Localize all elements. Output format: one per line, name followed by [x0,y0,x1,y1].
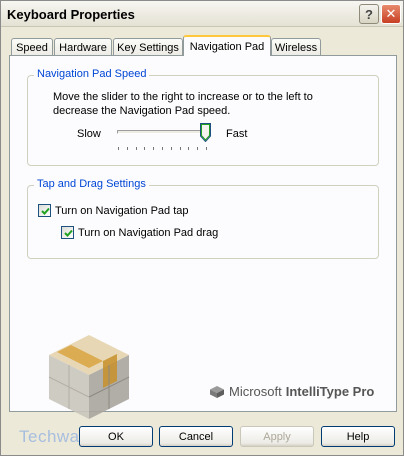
tap-checkbox-row[interactable]: Turn on Navigation Pad tap [38,204,189,217]
title-bar[interactable]: Keyboard Properties ? ✕ [1,1,403,27]
help-button[interactable]: Help [321,426,395,447]
ok-button[interactable]: OK [79,426,153,447]
speed-slider-thumb[interactable] [200,123,211,142]
apply-button[interactable]: Apply [240,426,314,447]
close-title-button[interactable]: ✕ [381,4,401,24]
tab-key-settings-label: Key Settings [117,41,179,54]
drag-checkbox[interactable] [61,226,74,239]
cancel-button-label: Cancel [178,430,214,443]
tap-drag-group-title: Tap and Drag Settings [34,178,149,190]
tab-key-settings[interactable]: Key Settings [113,38,183,56]
close-icon: ✕ [385,6,397,21]
question-icon: ? [365,6,373,22]
tab-speed[interactable]: Speed [11,38,53,56]
tap-drag-groupbox: Tap and Drag Settings [27,178,379,259]
tab-navigation-pad-label: Navigation Pad [189,40,265,53]
speed-groupbox: Navigation Pad Speed [27,68,379,166]
help-title-button[interactable]: ? [359,4,379,24]
keyboard-properties-window: Keyboard Properties ? ✕ Speed Hardware K… [0,0,404,456]
tab-speed-label: Speed [16,41,48,54]
slider-tick [162,147,163,150]
window-title: Keyboard Properties [7,7,135,22]
slider-tick [127,147,128,150]
help-button-label: Help [346,430,370,443]
tab-navigation-pad[interactable]: Navigation Pad [183,35,271,56]
checkmark-icon [41,207,50,215]
speed-slider-ticks [118,147,208,151]
speed-group-title: Navigation Pad Speed [34,68,150,80]
slider-tick [136,147,137,150]
slider-tick [171,147,172,150]
drag-checkbox-label[interactable]: Turn on Navigation Pad drag [78,227,218,239]
intellitype-text: IntelliType Pro [285,384,375,399]
slider-tick [118,147,119,150]
slow-label: Slow [77,128,101,140]
speed-description: Move the slider to the right to increase… [53,91,313,117]
slider-tick [188,147,189,150]
tab-hardware[interactable]: Hardware [54,38,112,56]
fast-label: Fast [226,128,248,140]
microsoft-cube-icon [210,385,224,398]
ok-button-label: OK [108,430,124,443]
intellitype-branding: Microsoft IntelliType Pro [209,384,374,399]
apply-button-label: Apply [263,430,291,443]
cancel-button[interactable]: Cancel [159,426,233,447]
microsoft-text: Microsoft [229,384,282,399]
tap-checkbox-label[interactable]: Turn on Navigation Pad tap [55,205,189,217]
tab-wireless[interactable]: Wireless [271,38,321,56]
slider-tick [206,147,207,150]
slider-tick [144,147,145,150]
slider-tick [153,147,154,150]
drag-checkbox-row[interactable]: Turn on Navigation Pad drag [61,226,218,239]
cube-logo-icon [48,335,130,419]
checkmark-icon [64,229,73,237]
tab-wireless-label: Wireless [274,41,318,54]
slider-tick [180,147,181,150]
speed-slider-track[interactable] [117,130,207,134]
tab-hardware-label: Hardware [59,41,107,54]
slider-tick [197,147,198,150]
tab-strip: Speed Hardware Key Settings Navigation P… [9,35,399,56]
tap-checkbox[interactable] [38,204,51,217]
